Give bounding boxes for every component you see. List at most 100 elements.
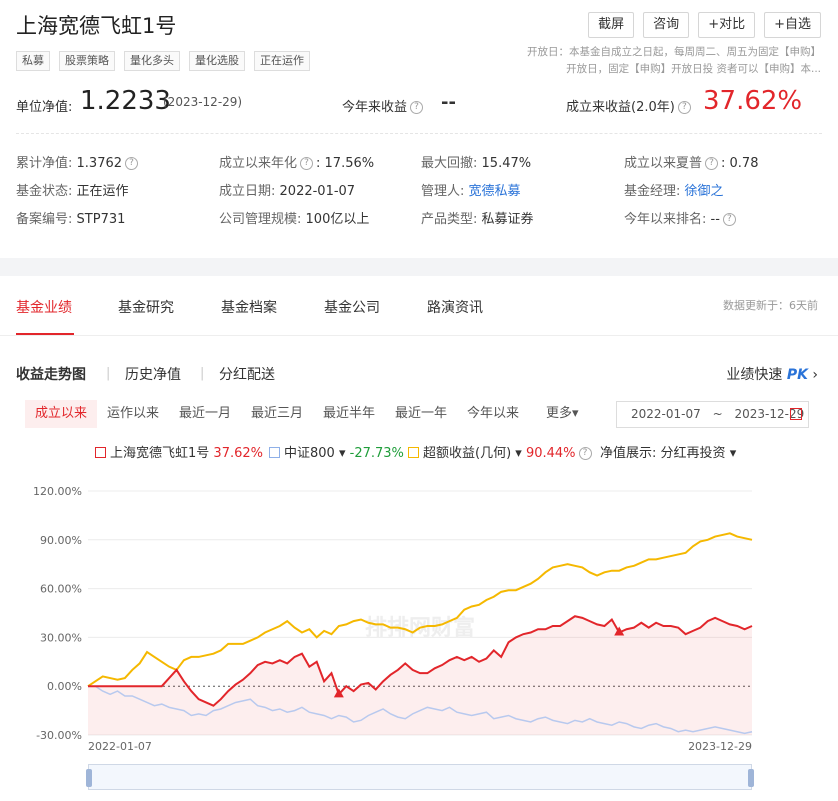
nav-value: 1.2233 xyxy=(80,86,171,116)
screenshot-button[interactable]: 截屏 xyxy=(588,12,635,38)
slider-handle-left[interactable] xyxy=(86,769,92,787)
subtab-dividend[interactable]: 分红配送 xyxy=(219,364,275,384)
info-ytd-rank: 今年以来排名: --? xyxy=(624,208,739,227)
active-tab-indicator xyxy=(16,333,74,335)
tab-archive[interactable]: 基金档案 xyxy=(221,297,277,317)
info-status: 基金状态: 正在运作 xyxy=(16,180,129,199)
help-icon[interactable]: ? xyxy=(300,157,314,170)
caret-down-icon: ▾ xyxy=(515,446,522,461)
info-value: 17.56% xyxy=(324,156,375,171)
quick-compare-label: 业绩快速 xyxy=(726,367,783,383)
info-key: 累计净值: xyxy=(16,156,73,171)
quick-compare-link[interactable]: 业绩快速 PK › xyxy=(726,364,818,384)
range-1y[interactable]: 最近一年 xyxy=(395,400,447,428)
y-tick-label: 120.00% xyxy=(33,485,82,498)
info-inception-date: 成立日期: 2022-01-07 xyxy=(219,180,355,199)
consult-button[interactable]: 咨询 xyxy=(643,12,690,38)
fund-manager-link[interactable]: 徐御之 xyxy=(685,184,724,199)
info-key: 今年以来排名: xyxy=(624,212,707,227)
y-axis-ticks: 120.00% 90.00% 60.00% 30.00% 0.00% -30.00% xyxy=(33,485,82,742)
x-start-label: 2022-01-07 xyxy=(88,740,152,753)
help-icon[interactable]: ? xyxy=(578,447,592,460)
chevron-right-icon: › xyxy=(812,367,818,383)
nav-label: 单位净值: xyxy=(16,100,73,115)
info-cumulative-nav: 累计净值: 1.3762? xyxy=(16,152,141,171)
info-key: 成立日期: xyxy=(219,184,276,199)
info-key: 成立以来年化 xyxy=(219,156,298,171)
compare-button[interactable]: +对比 xyxy=(698,12,756,38)
subtab-return-chart[interactable]: 收益走势图 xyxy=(16,364,86,384)
help-icon[interactable]: ? xyxy=(410,101,424,114)
range-3m[interactable]: 最近三月 xyxy=(251,400,303,428)
info-key: 产品类型: xyxy=(421,212,478,227)
legend-index-name: 中证800 xyxy=(284,446,335,461)
info-sharpe: 成立以来夏普?: 0.78 xyxy=(624,156,759,171)
range-ytd[interactable]: 今年以来 xyxy=(467,400,519,428)
caret-down-icon: ▾ xyxy=(572,406,579,421)
info-fund-manager: 基金经理: 徐御之 xyxy=(624,180,724,199)
slider-handle-right[interactable] xyxy=(748,769,754,787)
tab-performance[interactable]: 基金业绩 xyxy=(16,297,72,317)
help-icon[interactable]: ? xyxy=(705,157,719,170)
x-end-label: 2023-12-29 xyxy=(688,740,752,753)
legend-excess[interactable]: 超额收益(几何) ▾ 90.44%? xyxy=(408,442,595,461)
update-time: 数据更新于：6天前 xyxy=(723,299,818,312)
since-inception-label: 成立来收益(2.0年)? xyxy=(566,96,694,115)
y-tick-label: 30.00% xyxy=(40,631,82,644)
calendar-icon[interactable] xyxy=(790,408,802,420)
info-company-scale: 公司管理规模: 100亿以上 xyxy=(219,208,369,227)
return-chart[interactable]: 120.00%90.00%60.00%30.00%0.00%-30.00% 排排… xyxy=(0,470,838,762)
legend-fund[interactable]: 上海宽德飞虹1号 37.62% xyxy=(95,442,263,461)
legend-index-value: -27.73% xyxy=(349,446,404,461)
help-icon[interactable]: ? xyxy=(722,213,736,226)
tag-stock-strategy: 股票策略 xyxy=(59,51,115,71)
range-more-label: 更多 xyxy=(546,406,573,421)
range-1m[interactable]: 最近一月 xyxy=(179,400,231,428)
manager-company-link[interactable]: 宽德私募 xyxy=(469,184,521,199)
range-since-operation[interactable]: 运作以来 xyxy=(107,400,159,428)
separator: | xyxy=(200,366,205,381)
ytd-label-text: 今年来收益 xyxy=(342,100,408,115)
ytd-label: 今年来收益? xyxy=(342,96,426,115)
range-more-dropdown[interactable]: 更多▾ xyxy=(546,400,579,428)
tab-roadshow[interactable]: 路演资讯 xyxy=(427,297,483,317)
watchlist-button[interactable]: +自选 xyxy=(764,12,821,38)
caret-down-icon: ▾ xyxy=(338,446,346,461)
fund-header-card: 上海宽德飞虹1号 私募 股票策略 量化多头 量化选股 正在运作 截屏 咨询 +对… xyxy=(0,0,838,258)
y-tick-label: 60.00% xyxy=(40,583,82,596)
legend-index[interactable]: 中证800 ▾ -27.73% xyxy=(269,442,404,461)
info-key: 基金经理: xyxy=(624,184,681,199)
range-6m[interactable]: 最近半年 xyxy=(323,400,375,428)
info-value: 正在运作 xyxy=(76,184,129,199)
tag-quant-long: 量化多头 xyxy=(124,51,180,71)
divider xyxy=(16,133,822,134)
range-slider[interactable] xyxy=(86,764,754,790)
nav-date: (2023-12-29) xyxy=(163,95,243,109)
info-product-type: 产品类型: 私募证券 xyxy=(421,208,534,227)
since-inception-value: 37.62% xyxy=(703,86,803,116)
since-label-text: 成立来收益(2.0年) xyxy=(566,100,675,115)
help-icon[interactable]: ? xyxy=(677,101,691,114)
fund-tags: 私募 股票策略 量化多头 量化选股 正在运作 xyxy=(16,51,310,71)
info-value: 1.3762 xyxy=(76,156,123,171)
info-key: 最大回撤: xyxy=(421,156,478,171)
tab-company[interactable]: 基金公司 xyxy=(324,297,380,317)
caret-down-icon: ▾ xyxy=(729,446,737,461)
info-value: STP731 xyxy=(76,212,126,227)
checkbox-icon xyxy=(95,447,106,458)
date-range-picker[interactable]: 2022-01-07 ~ 2023-12-29 xyxy=(616,401,809,428)
subtab-history-nav[interactable]: 历史净值 xyxy=(125,364,181,384)
legend-fund-name: 上海宽德飞虹1号 xyxy=(110,446,210,461)
help-icon[interactable]: ? xyxy=(125,157,139,170)
section-gap xyxy=(0,258,838,276)
header-actions: 截屏 咨询 +对比 +自选 xyxy=(588,12,821,38)
info-record-number: 备案编号: STP731 xyxy=(16,208,125,227)
nav-display-select[interactable]: 净值展示: 分红再投资 ▾ xyxy=(600,442,736,461)
legend-excess-name: 超额收益(几何) xyxy=(423,446,512,461)
info-value: -- xyxy=(710,212,720,227)
tag-running: 正在运作 xyxy=(254,51,310,71)
range-since-inception[interactable]: 成立以来 xyxy=(25,400,98,428)
info-value: 15.47% xyxy=(481,156,532,171)
info-key: 公司管理规模: xyxy=(219,212,302,227)
tab-research[interactable]: 基金研究 xyxy=(118,297,174,317)
